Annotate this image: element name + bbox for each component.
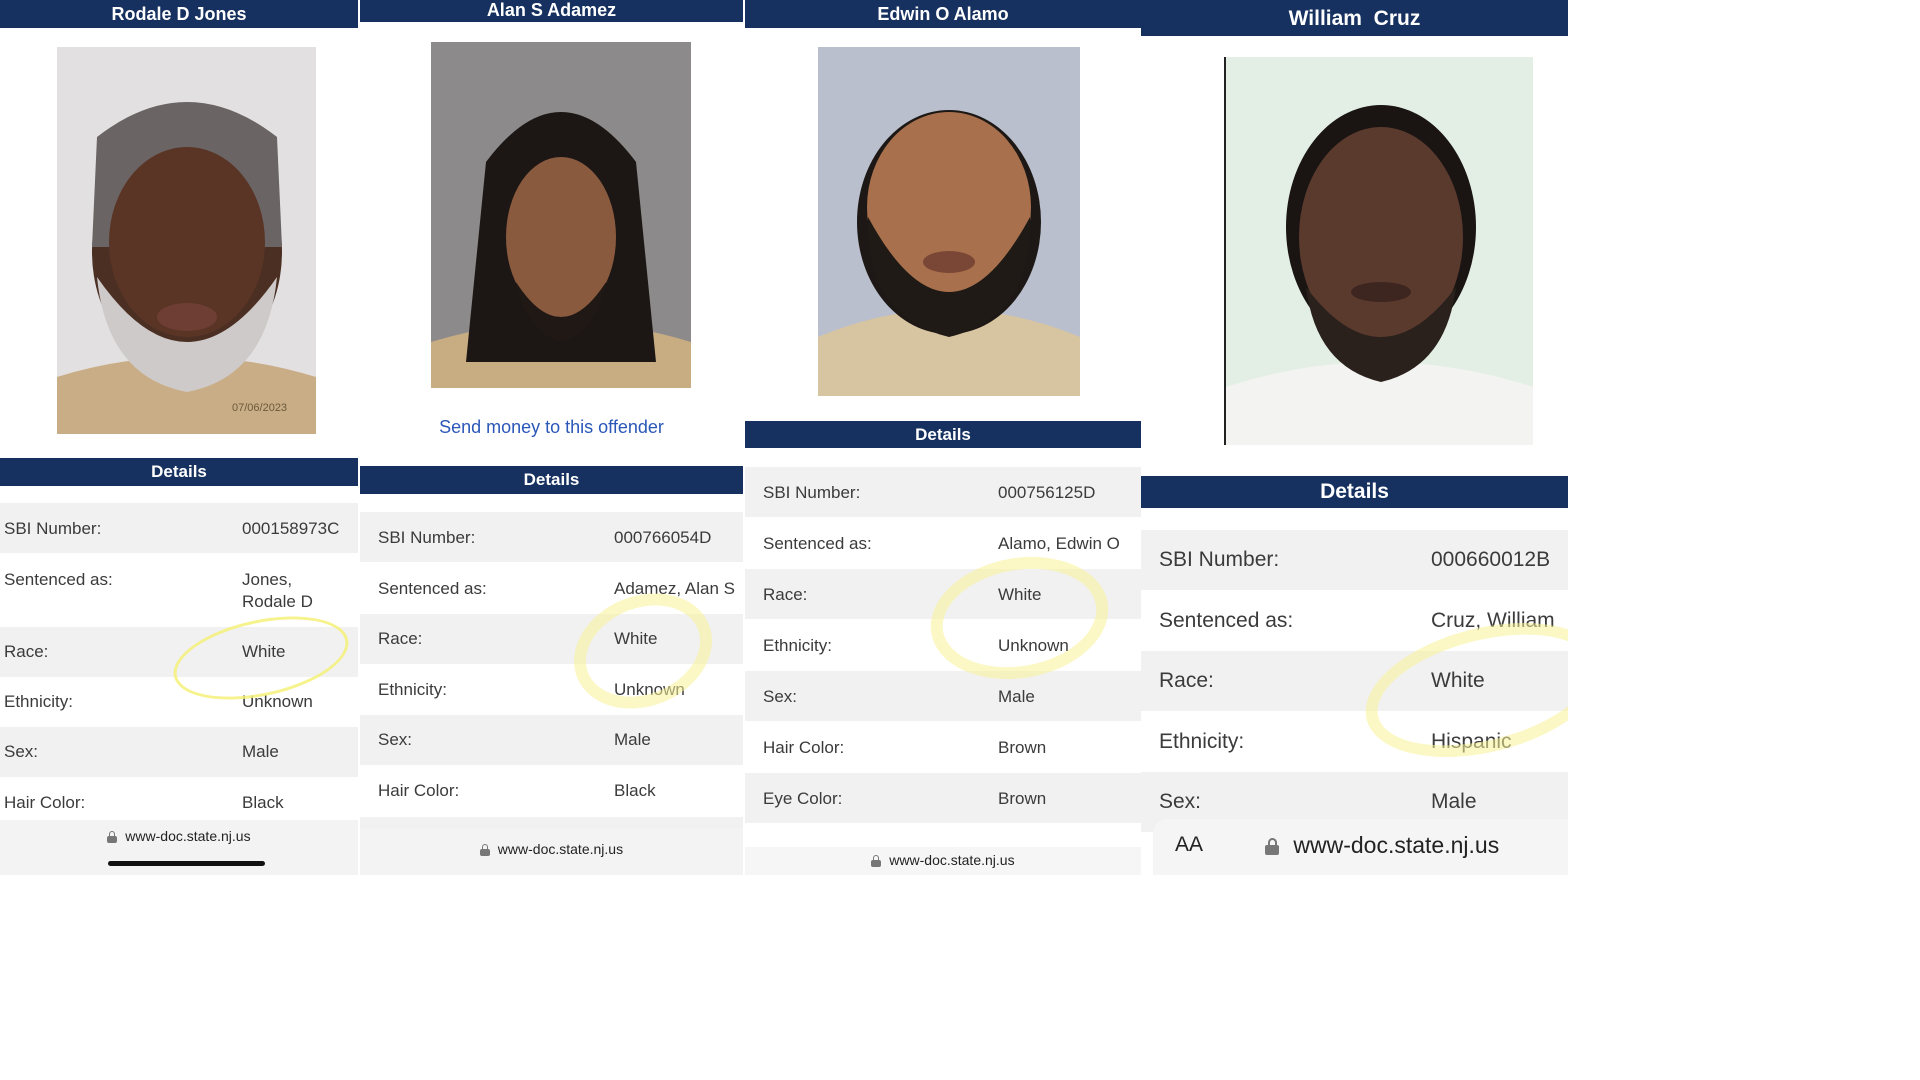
row-value: Jones, — [242, 570, 293, 589]
row-value: 000158973C — [242, 519, 340, 538]
row-label: Sentenced as: — [1159, 609, 1294, 632]
row-label: Sentenced as: — [4, 570, 113, 589]
browser-address-bar[interactable]: www-doc.state.nj.us — [360, 828, 743, 875]
offender-panel-3: Edwin O Alamo Details SBI Number: 000756… — [745, 0, 1141, 875]
row-label: Hair Color: — [763, 738, 845, 757]
row-hair-color: Hair Color: Brown — [745, 722, 1141, 772]
row-value: Male — [998, 687, 1035, 706]
row-value: 000660012B — [1431, 548, 1551, 571]
lock-icon — [871, 855, 882, 868]
row-label: SBI Number: — [1159, 548, 1280, 571]
row-label: Sentenced as: — [378, 579, 487, 598]
row-value-line2: Rodale D — [242, 592, 313, 611]
home-indicator — [108, 861, 265, 866]
offender-photo — [1226, 57, 1533, 445]
row-label: Sex: — [763, 687, 798, 706]
row-label: Sentenced as: — [763, 534, 872, 553]
svg-text:07/06/2023: 07/06/2023 — [232, 402, 287, 414]
row-label: SBI Number: — [763, 483, 861, 502]
row-label: Hair Color: — [4, 793, 86, 812]
row-sex: Sex: Male — [360, 715, 743, 765]
row-label: Hair Color: — [378, 781, 460, 800]
text-size-icon[interactable]: AA — [1175, 833, 1203, 857]
row-sentenced-as: Sentenced as: Alamo, Edwin O — [745, 518, 1141, 568]
offender-panel-2: Alan S Adamez Send money to this offende… — [360, 0, 743, 875]
row-value: 000756125D — [998, 483, 1096, 502]
browser-address-bar[interactable]: AA www-doc.state.nj.us — [1153, 819, 1568, 875]
row-label: Race: — [1159, 669, 1214, 692]
row-value: Black — [614, 781, 656, 800]
row-sex: Sex: Male — [0, 727, 358, 777]
row-label: SBI Number: — [378, 528, 476, 547]
offender-panel-4: William Cruz Details SBI Number: 0006600… — [1141, 0, 1568, 875]
row-label: Race: — [4, 642, 49, 661]
row-label: Ethnicity: — [1159, 730, 1245, 753]
row-hair-color: Hair Color: Black — [360, 766, 743, 816]
row-value: Black — [242, 793, 284, 812]
row-label: SBI Number: — [4, 519, 102, 538]
row-label: Race: — [378, 629, 423, 648]
send-money-link[interactable]: Send money to this offender — [360, 417, 743, 438]
row-label: Eye Color: — [763, 789, 843, 808]
url-text: www-doc.state.nj.us — [1293, 832, 1500, 858]
row-sbi-number: SBI Number: 000756125D — [745, 467, 1141, 517]
row-value: Alamo, Edwin O — [998, 534, 1120, 553]
row-label: Sex: — [378, 730, 413, 749]
details-header: Details — [360, 466, 743, 494]
lock-icon — [1265, 838, 1279, 856]
offender-photo — [818, 47, 1080, 396]
offender-name-header: Alan S Adamez — [360, 0, 743, 22]
row-sex: Sex: Male — [745, 671, 1141, 721]
offender-name-header: William Cruz — [1141, 0, 1568, 36]
row-value: Brown — [998, 789, 1047, 808]
row-label: Ethnicity: — [4, 692, 73, 711]
row-partial — [745, 824, 1141, 844]
row-sbi-number: SBI Number: 000766054D — [360, 512, 743, 562]
lock-icon — [479, 844, 490, 857]
offender-photo — [431, 42, 691, 388]
lock-icon — [107, 831, 118, 844]
row-label: Race: — [763, 585, 808, 604]
browser-address-bar[interactable]: www-doc.state.nj.us — [745, 847, 1141, 875]
offender-name-header: Edwin O Alamo — [745, 0, 1141, 28]
row-value: Male — [242, 742, 279, 761]
url-text: www-doc.state.nj.us — [497, 841, 624, 857]
browser-address-bar[interactable]: www-doc.state.nj.us — [0, 820, 358, 875]
row-value: Male — [614, 730, 651, 749]
offender-photo: 07/06/2023 — [57, 47, 316, 434]
details-header: Details — [0, 458, 358, 486]
row-sbi-number: SBI Number: 000660012B — [1141, 530, 1568, 590]
row-label: Sex: — [1159, 790, 1202, 813]
row-sbi-number: SBI Number: 000158973C — [0, 503, 358, 553]
row-value: 000766054D — [614, 528, 712, 547]
details-header: Details — [1141, 476, 1568, 508]
row-hair-color: Hair Color: Black — [0, 777, 358, 822]
row-eye-color: Eye Color: Brown — [745, 773, 1141, 823]
offender-name-header: Rodale D Jones — [0, 0, 358, 28]
row-label: Ethnicity: — [763, 636, 832, 655]
url-text: www-doc.state.nj.us — [889, 852, 1015, 868]
row-label: Sex: — [4, 742, 39, 761]
row-label: Ethnicity: — [378, 680, 447, 699]
offender-panel-1: Rodale D Jones 07/06/2023 Details SBI Nu… — [0, 0, 358, 875]
details-header: Details — [745, 421, 1141, 448]
row-sentenced-as: Sentenced as: Jones, Rodale D — [0, 555, 358, 625]
url-text: www-doc.state.nj.us — [125, 828, 251, 844]
row-value: Brown — [998, 738, 1047, 757]
row-value: Male — [1431, 790, 1477, 813]
